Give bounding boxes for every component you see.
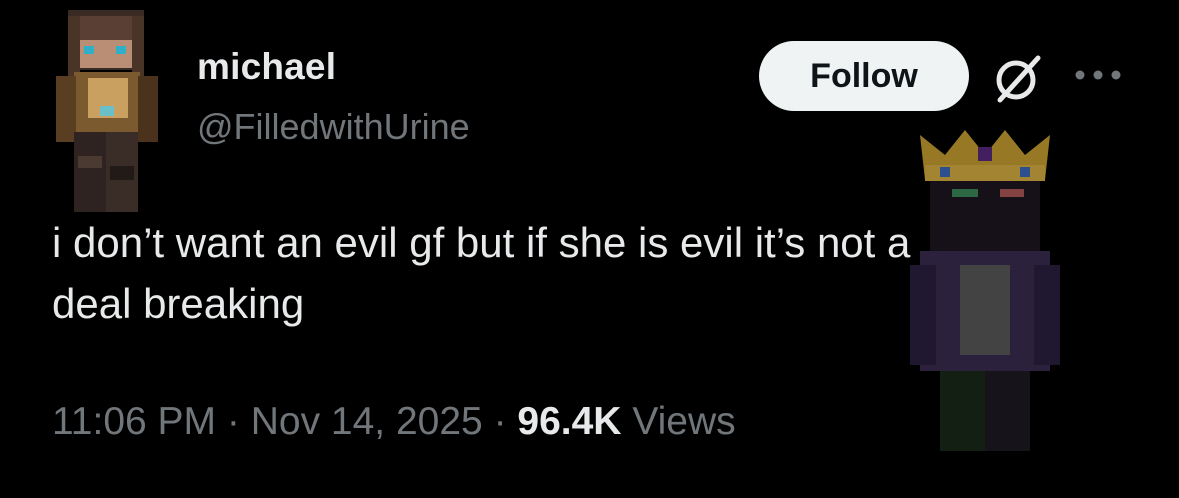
grok-icon[interactable] <box>990 50 1046 106</box>
more-options-icon[interactable] <box>1072 60 1124 90</box>
tweet-card: michael @FilledwithUrine Follow i don’t … <box>0 0 1179 498</box>
tweet-time[interactable]: 11:06 PM <box>52 400 216 443</box>
tweet-text: i don’t want an evil gf but if she is ev… <box>52 219 911 327</box>
tweet-date[interactable]: Nov 14, 2025 <box>251 400 483 443</box>
meta-separator: · <box>482 400 518 443</box>
views-label: Views <box>621 400 736 443</box>
minecraft-character-avatar-icon <box>56 10 158 212</box>
grok-slash-icon <box>996 55 1041 103</box>
views-count: 96.4K <box>517 400 622 443</box>
user-handle[interactable]: @FilledwithUrine <box>197 106 470 148</box>
tweet-meta: 11:06 PM · Nov 14, 2025 · 96.4K Views <box>52 400 736 444</box>
more-dots-icon <box>1075 70 1121 80</box>
meta-separator: · <box>216 400 251 443</box>
display-name[interactable]: michael <box>197 46 336 88</box>
avatar[interactable] <box>44 6 164 218</box>
follow-button[interactable]: Follow <box>759 41 969 111</box>
